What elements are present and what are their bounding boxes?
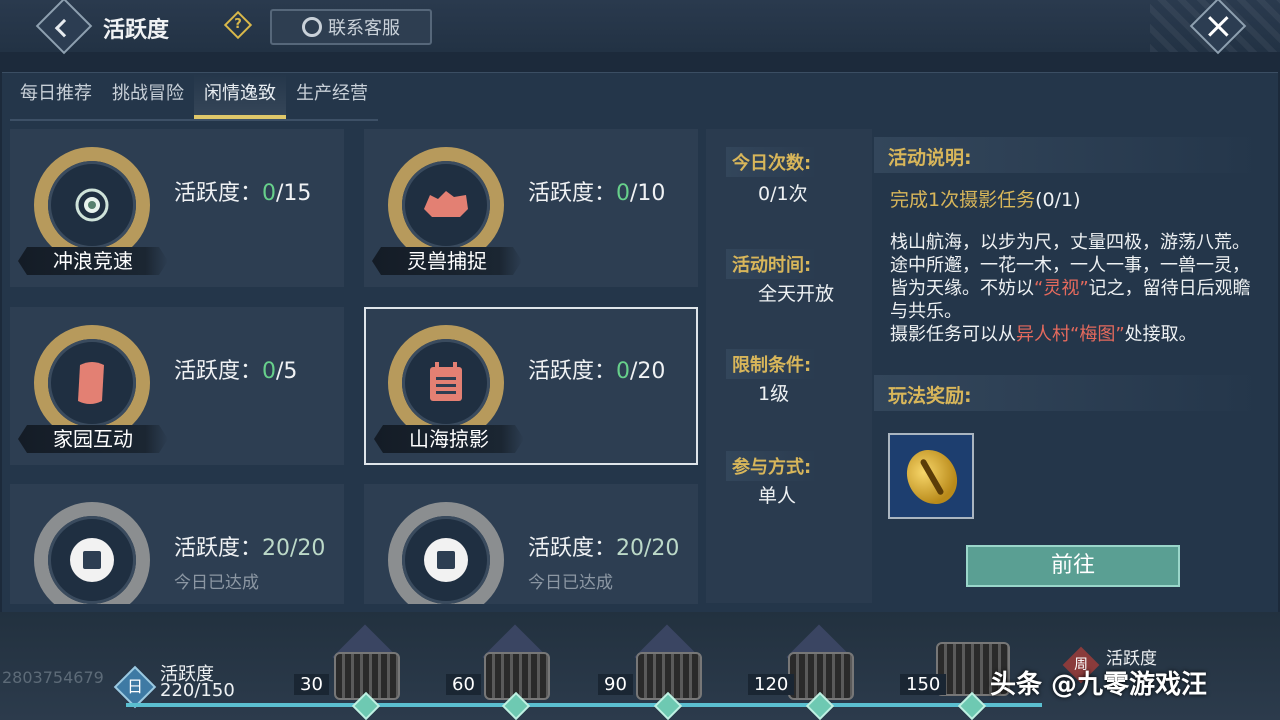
- reward-heading: 玩法奖励:: [888, 385, 972, 407]
- activity-card-completed[interactable]: 活跃度：20/20 今日已达成: [10, 484, 344, 604]
- activity-score: 活跃度：0/5: [174, 359, 298, 384]
- activity-score: 活跃度：0/20: [528, 359, 666, 384]
- activity-progress-bar: 2803754679 日 活跃度 220/150 30 60 90 120 15…: [0, 612, 1280, 720]
- activity-name: 冲浪竞速: [18, 247, 168, 275]
- activity-name: 家园互动: [18, 425, 168, 453]
- tab-daily-recommend[interactable]: 每日推荐: [10, 73, 102, 119]
- scroll-icon: [78, 362, 104, 404]
- activity-score: 活跃度：20/20: [174, 536, 326, 561]
- activity-emblem: [34, 325, 150, 441]
- tab-challenge[interactable]: 挑战冒险: [102, 73, 194, 119]
- story-text: 栈山航海，以步为尺，丈量四极，游荡八荒。途中所邂，一花一木，一人一事，一兽一灵，…: [890, 232, 1251, 345]
- achieved-status: 今日已达成: [528, 573, 613, 593]
- activity-name: 山海掠影: [374, 425, 524, 453]
- coin-icon: [424, 538, 468, 582]
- activity-total-value: 220/150: [160, 680, 235, 701]
- calendar-icon: [430, 362, 462, 401]
- activity-emblem: [388, 147, 504, 263]
- mode-label: 参与方式:: [726, 451, 818, 481]
- milestone-60: 60: [446, 674, 481, 695]
- activity-score: 活跃度：0/10: [528, 181, 666, 206]
- headset-icon: [302, 17, 322, 37]
- golden-shell-icon: [897, 440, 967, 514]
- back-button[interactable]: [35, 0, 93, 55]
- task-line: 完成1次摄影任务(0/1): [890, 189, 1081, 211]
- watermark: 头条 @九零游戏汪: [990, 670, 1208, 700]
- activity-emblem: [388, 325, 504, 441]
- milestone-90: 90: [598, 674, 633, 695]
- progress-track: [126, 703, 1042, 707]
- help-icon[interactable]: ?: [223, 10, 253, 40]
- page-title: 活跃度: [103, 18, 170, 43]
- time-label: 活动时间:: [726, 249, 818, 279]
- activity-score: 活跃度：0/15: [174, 181, 312, 206]
- activity-card-completed[interactable]: 活跃度：20/20 今日已达成: [364, 484, 698, 604]
- tab-production[interactable]: 生产经营: [286, 73, 378, 119]
- activity-emblem: [34, 502, 150, 604]
- limit-label: 限制条件:: [726, 349, 818, 379]
- activity-name: 灵兽捕捉: [372, 247, 522, 275]
- contact-service-label: 联系客服: [328, 18, 400, 39]
- activity-info-panel: 今日次数: 0/1次 活动时间: 全天开放 限制条件: 1级 参与方式: 单人: [706, 129, 872, 603]
- top-bar: 活跃度 ? 联系客服: [0, 0, 1280, 55]
- go-button[interactable]: 前往: [966, 545, 1180, 587]
- milestone-node: [957, 691, 987, 720]
- coin-icon: [70, 538, 114, 582]
- milestone-30: 30: [294, 674, 329, 695]
- milestone-150: 150: [900, 674, 947, 695]
- mode-value: 单人: [758, 485, 797, 507]
- activity-emblem: [34, 147, 150, 263]
- limit-value: 1级: [758, 383, 790, 405]
- contact-service-button[interactable]: 联系客服: [270, 9, 432, 45]
- uid-text: 2803754679: [2, 668, 104, 687]
- reward-header: 玩法奖励:: [874, 375, 1264, 411]
- activity-emblem: [388, 502, 504, 604]
- day-badge: 日: [113, 665, 157, 709]
- tab-leisure[interactable]: 闲情逸致: [194, 73, 286, 119]
- activity-card-home[interactable]: 家园互动 活跃度：0/5: [10, 307, 344, 465]
- achieved-status: 今日已达成: [174, 573, 259, 593]
- time-value: 全天开放: [758, 283, 835, 305]
- beast-icon: [424, 191, 468, 217]
- activity-card-photography[interactable]: 山海掠影 活跃度：0/20: [364, 307, 698, 465]
- activity-card-beast[interactable]: 灵兽捕捉 活跃度：0/10: [364, 129, 698, 287]
- description-heading: 活动说明:: [888, 147, 972, 169]
- activity-score: 活跃度：20/20: [528, 536, 680, 561]
- tab-bar: 每日推荐 挑战冒险 闲情逸致 生产经营: [10, 73, 378, 121]
- activity-description-panel: 活动说明: 完成1次摄影任务(0/1) 栈山航海，以步为尺，丈量四极，游荡八荒。…: [874, 129, 1276, 603]
- milestone-120: 120: [748, 674, 795, 695]
- count-label: 今日次数:: [726, 147, 818, 177]
- surf-orb-icon: [75, 188, 109, 222]
- count-value: 0/1次: [758, 183, 808, 205]
- activity-card-surf[interactable]: 冲浪竞速 活跃度：0/15: [10, 129, 344, 287]
- description-header: 活动说明:: [874, 137, 1264, 173]
- reward-slot[interactable]: [888, 433, 974, 519]
